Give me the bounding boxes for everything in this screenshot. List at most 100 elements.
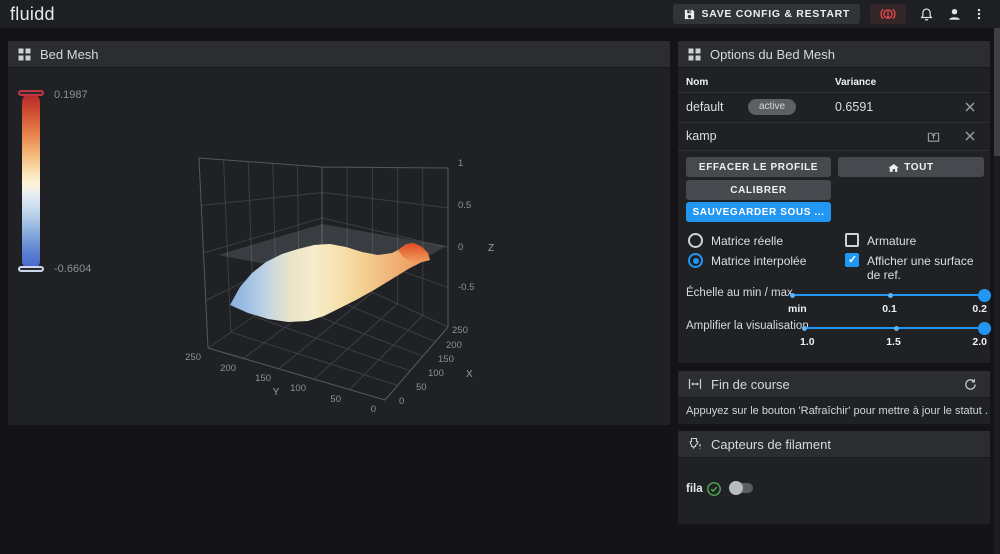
y-tick: 200 (220, 363, 236, 374)
calibrate-button[interactable]: CALIBRER (686, 180, 831, 200)
tick-label: 2.0 (972, 336, 987, 348)
colorbar-min-handle[interactable] (18, 266, 44, 272)
save-as-label: SAUVEGARDER SOUS ... (692, 206, 825, 218)
boost-slider-thumb[interactable] (978, 321, 991, 335)
radio-interpolated-matrix[interactable] (688, 253, 703, 268)
sensor-name: fila (686, 483, 703, 495)
active-badge: active (748, 99, 797, 115)
row-divider (678, 92, 990, 93)
endstops-message: Appuyez sur le bouton 'Rafraîchir' pour … (686, 405, 988, 417)
nozzle-alert-icon (688, 437, 702, 451)
radio-actual-matrix-label[interactable]: Matrice réelle (711, 234, 783, 248)
clear-profile-label: EFFACER LE PROFILE (698, 161, 819, 173)
z-tick: 0.5 (458, 200, 471, 211)
load-profile-icon (927, 130, 940, 143)
boost-slider[interactable] (802, 321, 991, 335)
slider-dot (802, 325, 807, 331)
emergency-stop-button[interactable] (870, 4, 906, 24)
sensor-ok-icon (706, 481, 722, 497)
z-tick: -0.5 (458, 282, 474, 293)
x-tick: 50 (416, 382, 427, 393)
scale-slider-label: Échelle au min / max (686, 287, 793, 299)
tick-label: 1.5 (886, 336, 901, 348)
z-axis-title: Z (488, 243, 494, 254)
close-icon (964, 101, 976, 113)
colorbar-min-label: -0.6604 (54, 263, 92, 275)
home-all-button[interactable]: TOUT (838, 157, 984, 177)
scrollbar-thumb[interactable] (994, 28, 1000, 156)
z-tick: 1 (458, 158, 463, 169)
x-tick: 150 (438, 354, 454, 365)
checkbox-wireframe-label[interactable]: Armature (867, 234, 916, 248)
remove-profile-button[interactable] (961, 98, 979, 116)
x-tick: 0 (399, 396, 404, 407)
close-icon (964, 130, 976, 142)
row-divider (678, 122, 990, 123)
radio-interpolated-matrix-label[interactable]: Matrice interpolée (711, 254, 806, 268)
brake-alert-icon (880, 6, 896, 22)
notifications-button[interactable] (912, 3, 940, 25)
bed-mesh-panel-header: Bed Mesh (8, 41, 670, 68)
filament-sensors-panel: Capteurs de filament fila (678, 431, 990, 524)
checkbox-wireframe[interactable] (845, 233, 859, 247)
home-all-label: TOUT (904, 161, 934, 173)
page-scrollbar[interactable] (994, 0, 1000, 554)
boost-slider-ticks: 1.0 1.5 2.0 (800, 336, 987, 348)
column-header-name: Nom (686, 77, 709, 88)
app-bar: fluidd SAVE CONFIG & RESTART (0, 0, 1000, 28)
grid-icon (688, 48, 701, 61)
y-tick: 150 (255, 373, 271, 384)
expand-horizontal-icon (688, 377, 702, 391)
fluidd-logo: fluidd (10, 3, 55, 24)
radio-actual-matrix[interactable] (688, 233, 703, 248)
scale-slider-ticks: min 0.1 0.2 (788, 303, 987, 315)
remove-profile-button[interactable] (961, 127, 979, 145)
refresh-icon (964, 378, 977, 391)
options-panel-title: Options du Bed Mesh (710, 46, 836, 62)
options-panel-header: Options du Bed Mesh (678, 41, 990, 68)
checkbox-ref-surface[interactable] (845, 253, 859, 267)
checkbox-ref-surface-label[interactable]: Afficher une surface de ref. (867, 254, 990, 282)
colorbar-max-label: 0.1987 (54, 89, 88, 101)
colorbar-max-handle[interactable] (18, 90, 44, 96)
slider-dot (893, 325, 899, 331)
scale-slider-thumb[interactable] (978, 288, 991, 302)
save-config-button[interactable]: SAVE CONFIG & RESTART (672, 4, 860, 24)
toggle-thumb (729, 481, 743, 495)
bed-mesh-options-panel: Options du Bed Mesh Nom Variance default… (678, 41, 991, 363)
profile-name: default (686, 100, 724, 114)
z-tick: 0 (458, 242, 463, 253)
home-icon (888, 162, 899, 173)
column-header-variance: Variance (835, 77, 877, 88)
endstops-panel: Fin de course Appuyez sur le bouton 'Raf… (678, 371, 990, 424)
account-button[interactable] (940, 3, 968, 25)
profile-name: kamp (686, 129, 717, 143)
filament-panel-header: Capteurs de filament (678, 431, 990, 458)
y-axis-title: Y (273, 387, 280, 398)
sensor-toggle[interactable] (729, 481, 753, 495)
tick-label: min (788, 303, 807, 315)
save-icon (683, 8, 696, 21)
x-tick: 100 (428, 368, 444, 379)
grid-icon (18, 48, 31, 61)
kebab-icon (972, 7, 986, 21)
bed-mesh-3d-plot[interactable]: 1 0.5 0 -0.5 Z 0 50 100 150 200 250 X 0 … (8, 41, 670, 425)
save-config-label: SAVE CONFIG & RESTART (701, 8, 850, 20)
y-tick: 250 (185, 352, 201, 363)
tick-label: 0.2 (972, 303, 987, 315)
boost-slider-label: Amplifier la visualisation (686, 320, 809, 332)
endstops-panel-header: Fin de course (678, 371, 990, 398)
row-divider (678, 150, 990, 151)
overflow-menu-button[interactable] (968, 3, 990, 25)
y-tick: 50 (330, 394, 341, 405)
colorbar[interactable] (22, 93, 40, 270)
x-tick: 250 (452, 325, 468, 336)
y-tick: 0 (371, 404, 376, 415)
scale-slider[interactable] (790, 288, 991, 302)
tick-label: 1.0 (800, 336, 815, 348)
save-as-button[interactable]: SAUVEGARDER SOUS ... (686, 202, 831, 222)
clear-profile-button[interactable]: EFFACER LE PROFILE (686, 157, 831, 177)
load-profile-button[interactable] (924, 127, 942, 145)
bed-mesh-panel-title: Bed Mesh (40, 46, 99, 62)
refresh-endstops-button[interactable] (960, 373, 980, 395)
